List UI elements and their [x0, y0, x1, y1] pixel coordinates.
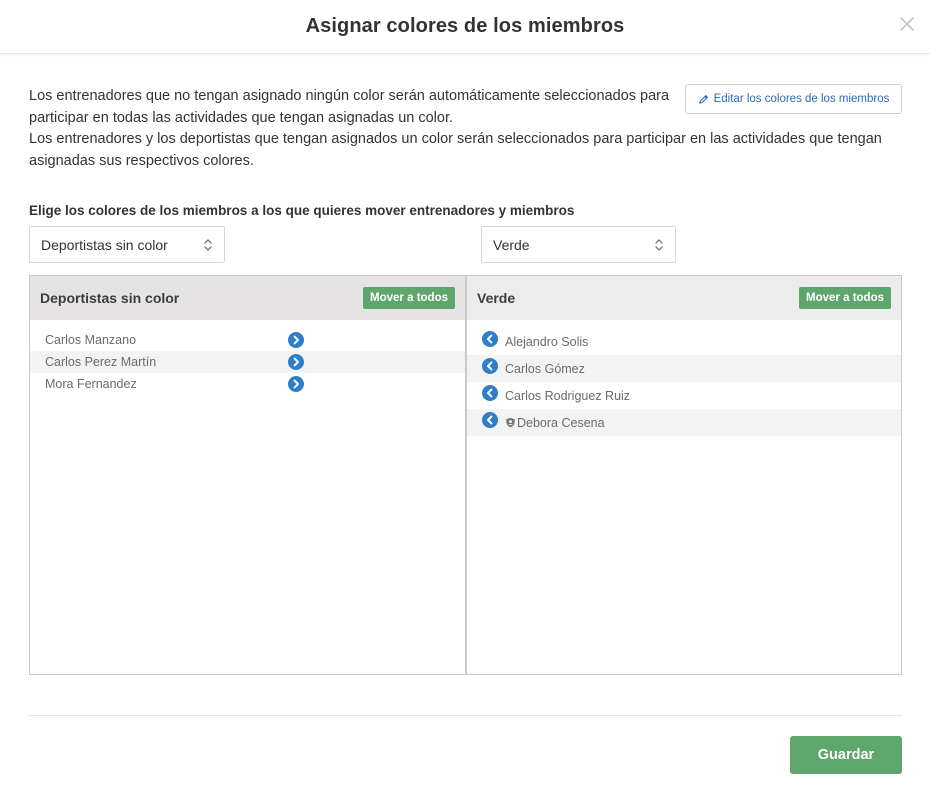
- target-color-select[interactable]: Verde: [481, 226, 676, 263]
- save-button[interactable]: Guardar: [790, 736, 902, 774]
- edit-member-colors-label: Editar los colores de los miembros: [713, 93, 890, 105]
- move-right-arrow-icon[interactable]: [288, 354, 304, 370]
- move-right-arrow-icon[interactable]: [288, 332, 304, 348]
- move-left-arrow-icon[interactable]: [482, 412, 498, 428]
- modal-header: Asignar colores de los miembros: [0, 0, 930, 54]
- source-panel-title: Deportistas sin color: [40, 290, 180, 306]
- source-members-list: Carlos Manzano Carlos Perez Martín Mora …: [30, 320, 465, 395]
- member-name: Carlos Rodriguez Ruiz: [505, 388, 631, 403]
- edit-member-colors-button[interactable]: Editar los colores de los miembros: [685, 84, 902, 114]
- pencil-icon: [698, 94, 709, 105]
- close-icon[interactable]: [900, 17, 914, 31]
- source-color-select[interactable]: Deportistas sin color: [29, 226, 225, 263]
- move-left-arrow-icon[interactable]: [482, 358, 498, 374]
- chevron-updown-icon: [203, 238, 213, 252]
- member-row: Carlos Rodriguez Ruiz: [467, 382, 901, 409]
- member-name: Carlos Manzano: [45, 333, 137, 347]
- move-right-arrow-icon[interactable]: [288, 376, 304, 392]
- target-color-value: Verde: [493, 236, 530, 253]
- move-left-arrow-icon[interactable]: [482, 385, 498, 401]
- source-color-value: Deportistas sin color: [41, 236, 168, 253]
- coach-shield-icon: [505, 417, 516, 428]
- move-left-arrow-icon[interactable]: [482, 331, 498, 347]
- move-all-right-button[interactable]: Mover a todos: [363, 287, 455, 309]
- target-members-panel: Verde Mover a todos Alejandro Solis Carl…: [466, 275, 902, 675]
- member-row: Carlos Gómez: [467, 355, 901, 382]
- target-panel-title: Verde: [477, 290, 516, 306]
- footer-divider: [29, 715, 902, 716]
- member-row: Carlos Manzano: [30, 329, 465, 351]
- source-panel-header: Deportistas sin color Mover a todos: [30, 276, 465, 320]
- member-name: Carlos Gómez: [505, 361, 585, 376]
- member-name: Mora Fernandez: [45, 377, 137, 391]
- target-panel-header: Verde Mover a todos: [467, 276, 901, 320]
- intro-line-2: Los entrenadores y los deportistas que t…: [29, 131, 882, 169]
- member-row: Debora Cesena: [467, 409, 901, 436]
- member-row: Mora Fernandez: [30, 373, 465, 395]
- source-members-panel: Deportistas sin color Mover a todos Carl…: [29, 275, 466, 675]
- target-members-list: Alejandro Solis Carlos Gómez Carlos Rodr…: [467, 320, 901, 436]
- member-row: Alejandro Solis: [467, 328, 901, 355]
- chevron-updown-icon: [654, 238, 664, 252]
- choose-colors-label: Elige los colores de los miembros a los …: [29, 203, 575, 218]
- intro-line-1: Los entrenadores que no tengan asignado …: [29, 88, 670, 126]
- member-name: Carlos Perez Martín: [45, 355, 157, 369]
- move-all-left-button[interactable]: Mover a todos: [799, 287, 891, 309]
- member-name: Debora Cesena: [517, 415, 605, 430]
- member-row: Carlos Perez Martín: [30, 351, 465, 373]
- member-name: Alejandro Solis: [505, 334, 589, 349]
- modal-title: Asignar colores de los miembros: [305, 15, 625, 37]
